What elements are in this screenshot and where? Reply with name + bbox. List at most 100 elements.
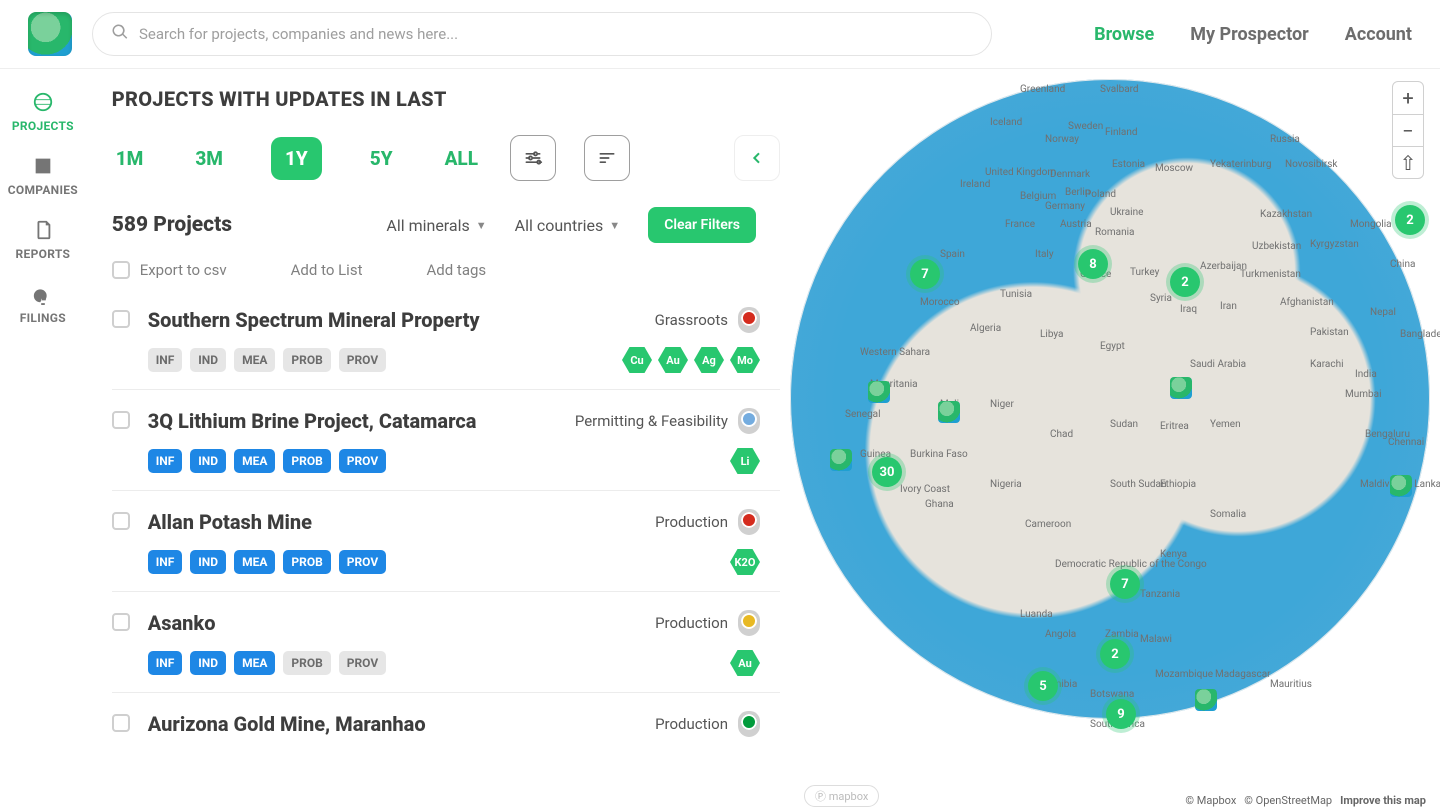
map-project-pin[interactable]: [830, 449, 852, 471]
chevron-down-icon: ▼: [609, 219, 620, 232]
map-label: Western Sahara: [860, 347, 930, 358]
search-input[interactable]: Search for projects, companies and news …: [92, 12, 992, 56]
select-all-checkbox[interactable]: [112, 261, 130, 279]
period-5y[interactable]: 5Y: [366, 139, 397, 178]
project-stage: Production: [655, 513, 728, 531]
period-all[interactable]: ALL: [441, 139, 482, 178]
map-label: Eritrea: [1160, 421, 1189, 432]
map-cluster-pin[interactable]: 5: [1028, 671, 1058, 701]
resource-tag: PROB: [283, 550, 330, 574]
map-cluster-pin[interactable]: 2: [1100, 639, 1130, 669]
sidebar-item-reports[interactable]: REPORTS: [16, 219, 71, 261]
project-checkbox[interactable]: [112, 310, 130, 328]
clear-filters-button[interactable]: Clear Filters: [648, 207, 756, 243]
map-label: Afghanistan: [1280, 297, 1334, 308]
project-checkbox[interactable]: [112, 714, 130, 732]
map-cluster-pin[interactable]: 9: [1106, 699, 1136, 729]
period-3m[interactable]: 3M: [191, 139, 227, 178]
map-zoom-out-button[interactable]: −: [1393, 114, 1423, 146]
map-label: Turkmenistan: [1240, 269, 1301, 280]
map-label: Sweden: [1068, 121, 1103, 132]
project-checkbox[interactable]: [112, 613, 130, 631]
map-label: Denmark: [1050, 169, 1090, 180]
nav-my-prospector[interactable]: My Prospector: [1190, 24, 1308, 45]
map-label: Malawi: [1140, 634, 1172, 645]
resource-tag: IND: [190, 348, 226, 372]
project-title[interactable]: Aurizona Gold Mine, Maranhao: [148, 712, 426, 736]
map-label: Senegal: [845, 409, 881, 420]
map-zoom-in-button[interactable]: +: [1393, 82, 1423, 114]
period-selector: 1M 3M 1Y 5Y ALL: [112, 137, 482, 180]
resource-tag: IND: [190, 651, 226, 675]
map-cluster-pin[interactable]: 7: [910, 259, 940, 289]
map-label: Ukraine: [1110, 207, 1143, 218]
project-list: Southern Spectrum Mineral PropertyGrassr…: [112, 289, 780, 753]
sidebar-item-companies[interactable]: COMPANIES: [8, 155, 78, 197]
project-title[interactable]: 3Q Lithium Brine Project, Catamarca: [148, 409, 477, 433]
resource-tag: IND: [190, 449, 226, 473]
map-label: Sudan: [1110, 419, 1138, 430]
project-checkbox[interactable]: [112, 411, 130, 429]
map-cluster-pin[interactable]: 8: [1078, 249, 1108, 279]
map-label: Ghana: [925, 499, 954, 510]
map-project-pin[interactable]: [1170, 377, 1192, 399]
project-title[interactable]: Allan Potash Mine: [148, 510, 312, 534]
country-flag-icon: [738, 307, 760, 333]
project-checkbox[interactable]: [112, 512, 130, 530]
period-1y[interactable]: 1Y: [271, 137, 322, 180]
minerals-dropdown[interactable]: All minerals▼: [386, 216, 486, 235]
map-project-pin[interactable]: [1195, 689, 1217, 711]
project-stage: Production: [655, 614, 728, 632]
map-project-pin[interactable]: [1390, 475, 1412, 497]
page-title: PROJECTS WITH UPDATES IN LAST: [112, 87, 780, 111]
sidebar: PROJECTS COMPANIES REPORTS FILINGS: [0, 69, 86, 811]
map-globe[interactable]: GreenlandSvalbardIcelandSwedenNorwayFinl…: [790, 79, 1430, 719]
map-label: Kyrgyzstan: [1310, 239, 1359, 250]
map-label: Uzbekistan: [1252, 241, 1301, 252]
logo[interactable]: [28, 12, 72, 56]
sort-button[interactable]: [584, 135, 630, 181]
map-label: Ethiopia: [1160, 479, 1196, 490]
map-label: Mumbai: [1345, 389, 1382, 400]
project-title[interactable]: Asanko: [148, 611, 216, 635]
nav-account[interactable]: Account: [1345, 24, 1412, 45]
resource-tag: INF: [148, 348, 183, 372]
sidebar-item-projects[interactable]: PROJECTS: [12, 91, 74, 133]
map-label: Chad: [1050, 429, 1073, 440]
map-cluster-pin[interactable]: 2: [1170, 267, 1200, 297]
export-csv-action[interactable]: Export to csv: [140, 261, 227, 279]
add-tags-action[interactable]: Add tags: [426, 261, 486, 279]
mineral-badge: Au: [730, 650, 760, 676]
filter-settings-button[interactable]: [510, 135, 556, 181]
map-label: China: [1390, 259, 1415, 270]
map-label: Nigeria: [990, 479, 1022, 490]
countries-dropdown[interactable]: All countries▼: [515, 216, 621, 235]
map-cluster-pin[interactable]: 2: [1395, 205, 1425, 235]
map-label: Romania: [1095, 227, 1134, 238]
map-label: Libya: [1040, 329, 1063, 340]
map-cluster-pin[interactable]: 30: [872, 457, 902, 487]
period-1m[interactable]: 1M: [112, 139, 148, 178]
resource-tag: MEA: [234, 449, 275, 473]
sidebar-item-filings[interactable]: FILINGS: [20, 283, 66, 325]
project-row: 3Q Lithium Brine Project, Catamarca Permi…: [112, 389, 780, 490]
map-project-pin[interactable]: [868, 381, 890, 403]
map-label: Germany: [1045, 201, 1085, 212]
map-provider-badge: Ⓟ mapbox: [804, 785, 879, 807]
map-project-pin[interactable]: [938, 401, 960, 423]
project-title[interactable]: Southern Spectrum Mineral Property: [148, 308, 480, 332]
nav-browse[interactable]: Browse: [1094, 24, 1154, 45]
collapse-panel-button[interactable]: [734, 135, 780, 181]
map-label: Bangladesh: [1400, 329, 1440, 340]
map-compass-button[interactable]: ⇧: [1393, 146, 1423, 178]
map-cluster-pin[interactable]: 7: [1110, 569, 1140, 599]
map-label: Syria: [1150, 293, 1172, 304]
mineral-badge: Mo: [730, 347, 760, 373]
map-label: Democratic Republic of the Congo: [1055, 559, 1207, 570]
map-label: Kenya: [1160, 549, 1187, 560]
map-label: Ivory Coast: [900, 484, 950, 495]
map-label: Angola: [1045, 629, 1076, 640]
map-label: Pakistan: [1310, 327, 1349, 338]
add-to-list-action[interactable]: Add to List: [291, 261, 363, 279]
project-stage: Permitting & Feasibility: [575, 412, 728, 430]
